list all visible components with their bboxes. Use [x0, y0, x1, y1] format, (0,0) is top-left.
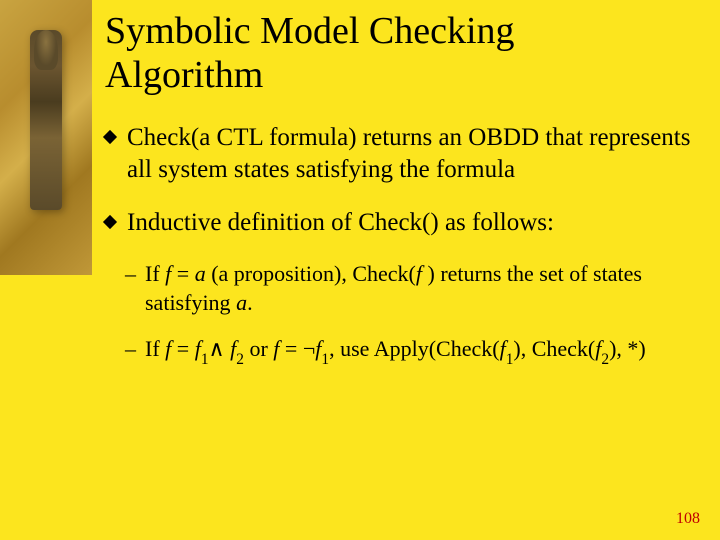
sub2-end: ), *)	[609, 336, 646, 361]
page-number: 108	[676, 510, 700, 528]
dash-icon: –	[125, 260, 136, 289]
sub2-eq2: =	[279, 336, 302, 361]
sub2-sub2b: 2	[601, 351, 609, 368]
decorative-key-image	[0, 0, 92, 275]
sub1-a: a	[195, 261, 206, 286]
sub2-prefix: If	[145, 336, 165, 361]
sub2-sub1: 1	[201, 351, 209, 368]
sub2-f1: f	[195, 336, 201, 361]
dash-icon: –	[125, 335, 136, 364]
sub2-eq: =	[171, 336, 194, 361]
sub1-prefix: If	[145, 261, 165, 286]
bullet-2: Inductive definition of Check() as follo…	[105, 207, 700, 238]
sub2-f5: f	[500, 336, 506, 361]
sub1-mid: (a proposition), Check(	[206, 261, 416, 286]
sub2-neg: ¬	[303, 336, 315, 361]
sub2-or: or	[244, 336, 273, 361]
slide-title: Symbolic Model Checking Algorithm	[105, 10, 700, 97]
bullet-1-text: Check(a CTL formula) returns an OBDD tha…	[127, 124, 690, 182]
sub-bullet-1: – If f = a (a proposition), Check(f ) re…	[105, 260, 700, 317]
sub2-sub2: 2	[236, 351, 244, 368]
sub1-a2: a	[236, 290, 247, 315]
sub2-mid2: ), Check(	[513, 336, 595, 361]
diamond-bullet-icon	[103, 130, 117, 144]
diamond-bullet-icon	[103, 215, 117, 229]
sub2-mid: , use Apply(Check(	[329, 336, 499, 361]
title-line-2: Algorithm	[105, 54, 263, 96]
slide-content: Symbolic Model Checking Algorithm Check(…	[105, 10, 700, 386]
title-line-1: Symbolic Model Checking	[105, 10, 515, 52]
sub2-wedge: ∧	[209, 336, 231, 361]
bullet-2-text: Inductive definition of Check() as follo…	[127, 209, 554, 236]
sub2-sub1b: 1	[321, 351, 329, 368]
bullet-1: Check(a CTL formula) returns an OBDD tha…	[105, 122, 700, 185]
sub1-end: .	[247, 290, 253, 315]
sub-bullet-2: – If f = f1∧ f2 or f = ¬f1, use Apply(Ch…	[105, 335, 700, 367]
sub1-eq: =	[171, 261, 194, 286]
sub2-sub1c: 1	[506, 351, 514, 368]
sub1-f2: f	[416, 261, 428, 286]
